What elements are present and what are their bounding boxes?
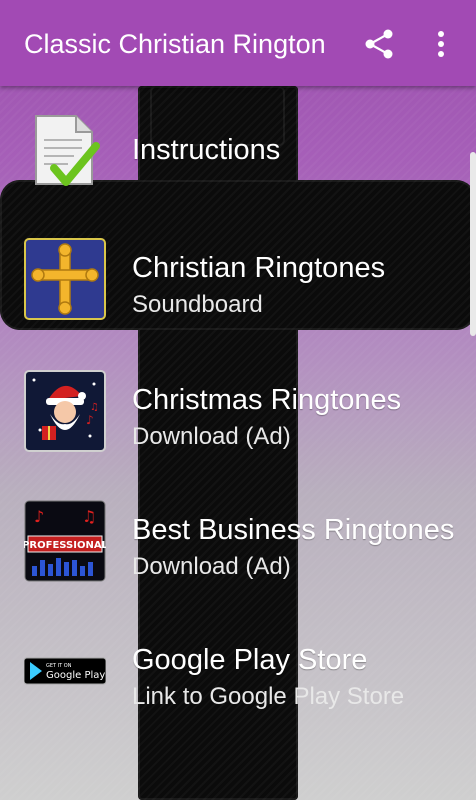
svg-text:♪: ♪ (86, 413, 94, 427)
menu-item-title: Instructions (132, 134, 281, 166)
professional-icon: ♪ ♫ PROFESSIONAL (22, 500, 109, 582)
menu-item-subtitle: Soundboard (132, 291, 263, 318)
menu-item-title: Christmas Ringtones (132, 384, 402, 416)
menu-item-christmas-ringtones[interactable]: ♪ ♫ Christmas Ringtones Download (Ad) (0, 346, 476, 474)
share-icon[interactable] (360, 24, 400, 64)
menu-item-title: Google Play Store (132, 644, 368, 676)
santa-icon: ♪ ♫ (24, 370, 106, 452)
menu-item-instructions[interactable]: Instructions (0, 86, 476, 214)
cross-icon (24, 238, 106, 320)
menu-item-title: Best Business Ringtones (132, 514, 455, 546)
menu-item-best-business-ringtones[interactable]: ♪ ♫ PROFESSIONAL Best Business Ringtones… (0, 476, 476, 604)
svg-text:♪: ♪ (34, 507, 44, 526)
svg-text:♫: ♫ (90, 402, 99, 413)
svg-text:♫: ♫ (82, 507, 96, 526)
scrollbar[interactable] (470, 152, 476, 336)
google-play-text: Google Play (46, 670, 105, 681)
document-check-icon (24, 110, 106, 192)
menu-item-christian-ringtones[interactable]: Christian Ringtones Soundboard (0, 214, 476, 342)
menu-item-subtitle: Download (Ad) (132, 423, 291, 450)
professional-text: PROFESSIONAL (24, 540, 106, 551)
get-it-on-text: GET IT ON (46, 663, 72, 669)
app-title: Classic Christian Ringtones (24, 29, 324, 59)
menu-item-title: Christian Ringtones (132, 252, 386, 284)
google-play-badge-icon: GET IT ON Google Play (23, 630, 107, 712)
menu-item-subtitle: Download (Ad) (132, 553, 291, 580)
menu-list: Instructions Christian Ringtones Soundbo… (0, 86, 476, 800)
menu-item-subtitle: Link to Google Play Store (132, 683, 405, 710)
menu-item-google-play-store[interactable]: GET IT ON Google Play Google Play Store … (0, 606, 476, 734)
app-bar: Classic Christian Ringtones (0, 0, 476, 86)
more-vertical-icon[interactable] (426, 24, 456, 64)
